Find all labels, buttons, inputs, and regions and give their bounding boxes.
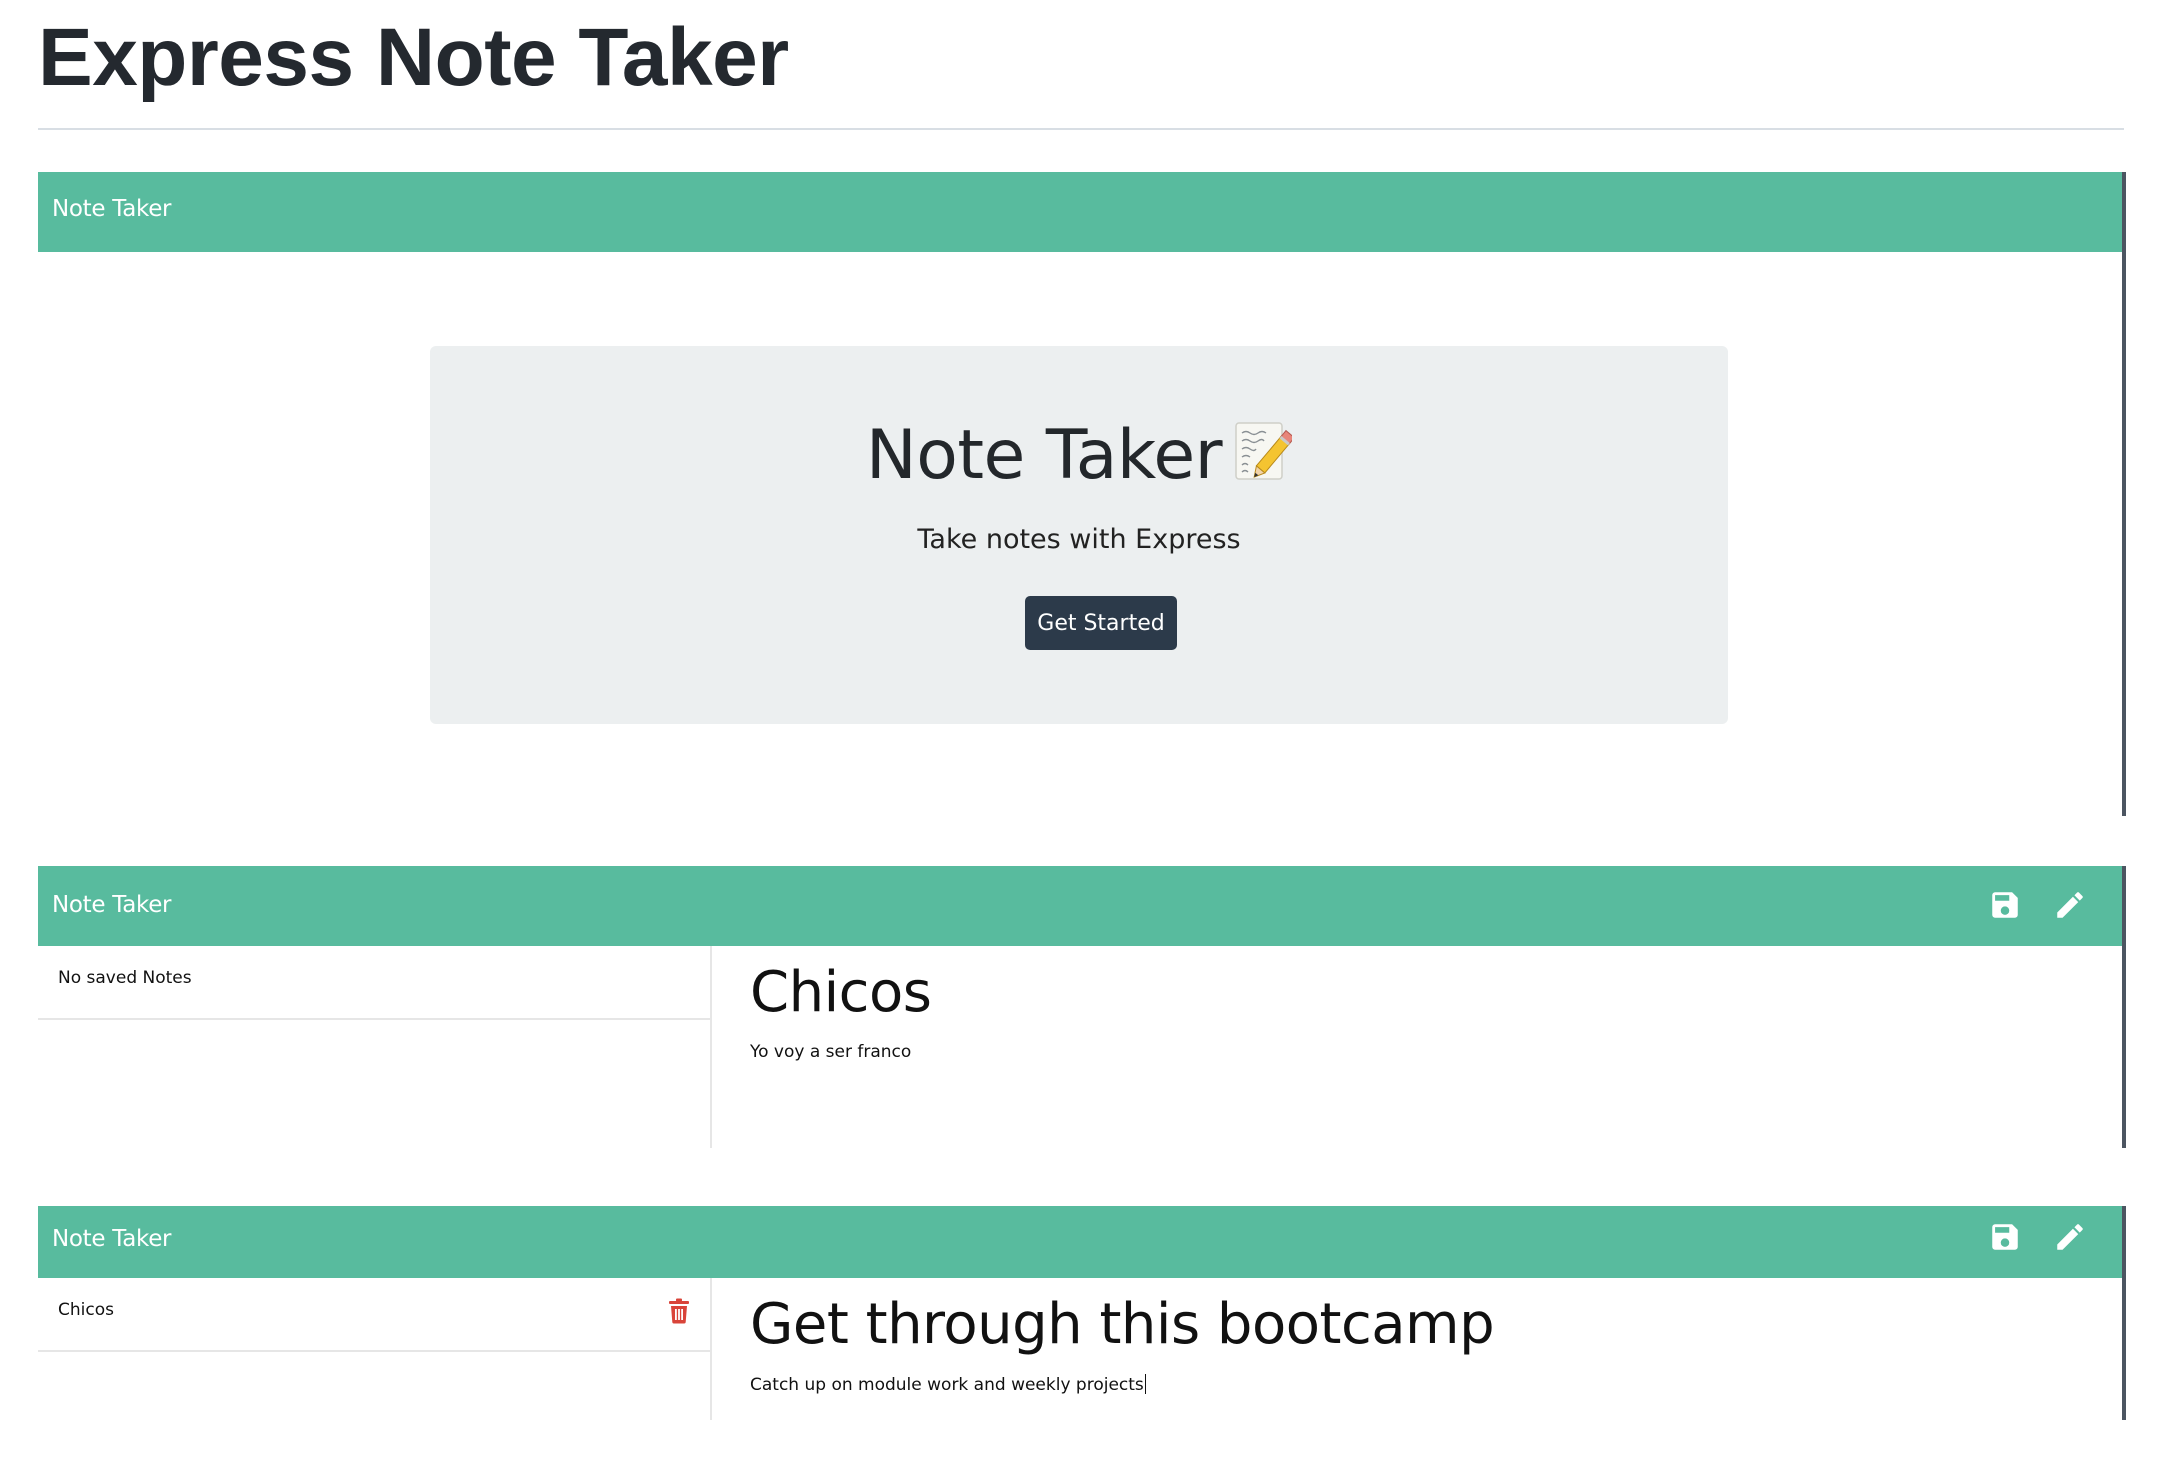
navbar: Note Taker (38, 1206, 2122, 1278)
navbar-brand[interactable]: Note Taker (52, 1226, 172, 1252)
get-started-button[interactable]: Get Started (1025, 596, 1177, 650)
save-icon[interactable] (1988, 1220, 2022, 1254)
navbar-brand[interactable]: Note Taker (52, 892, 172, 918)
note-title-input[interactable] (750, 1292, 2090, 1357)
note-textarea-text: Catch up on module work and weekly proje… (750, 1375, 1144, 1395)
list-item[interactable]: Chicos (38, 1278, 710, 1352)
navbar: Note Taker (38, 172, 2122, 252)
jumbotron: Note Taker Take notes with Express Get S… (430, 346, 1728, 724)
note-textarea[interactable]: Yo voy a ser franco (750, 1042, 911, 1062)
save-icon[interactable] (1988, 888, 2022, 922)
landing-screenshot: Note Taker Note Taker Take notes with Ex… (38, 172, 2126, 816)
readme-title: Express Note Taker (38, 12, 789, 103)
list-item-label: No saved Notes (58, 968, 192, 988)
note-list-column: No saved Notes (38, 946, 712, 1148)
text-caret (1144, 1374, 1146, 1394)
note-title-input[interactable] (750, 960, 2050, 1025)
jumbotron-title: Note Taker (430, 416, 1728, 500)
notes-screenshot-2: Note Taker Chicos Catch up on module w (38, 1206, 2126, 1420)
title-divider (38, 128, 2124, 130)
trash-icon[interactable] (668, 1298, 690, 1324)
navbar: Note Taker (38, 866, 2122, 946)
jumbotron-subtitle: Take notes with Express (917, 524, 1241, 555)
list-item-label: Chicos (58, 1300, 114, 1320)
notes-screenshot-1: Note Taker No saved Notes Yo voy a ser f… (38, 866, 2126, 1148)
jumbotron-title-text: Note Taker (865, 416, 1223, 495)
note-list-column: Chicos (38, 1278, 712, 1420)
pencil-icon[interactable] (2053, 1220, 2087, 1254)
memo-pencil-icon (1232, 419, 1296, 500)
navbar-brand[interactable]: Note Taker (52, 196, 172, 222)
note-textarea[interactable]: Catch up on module work and weekly proje… (750, 1374, 1146, 1395)
pencil-icon[interactable] (2053, 888, 2087, 922)
list-item: No saved Notes (38, 946, 710, 1020)
